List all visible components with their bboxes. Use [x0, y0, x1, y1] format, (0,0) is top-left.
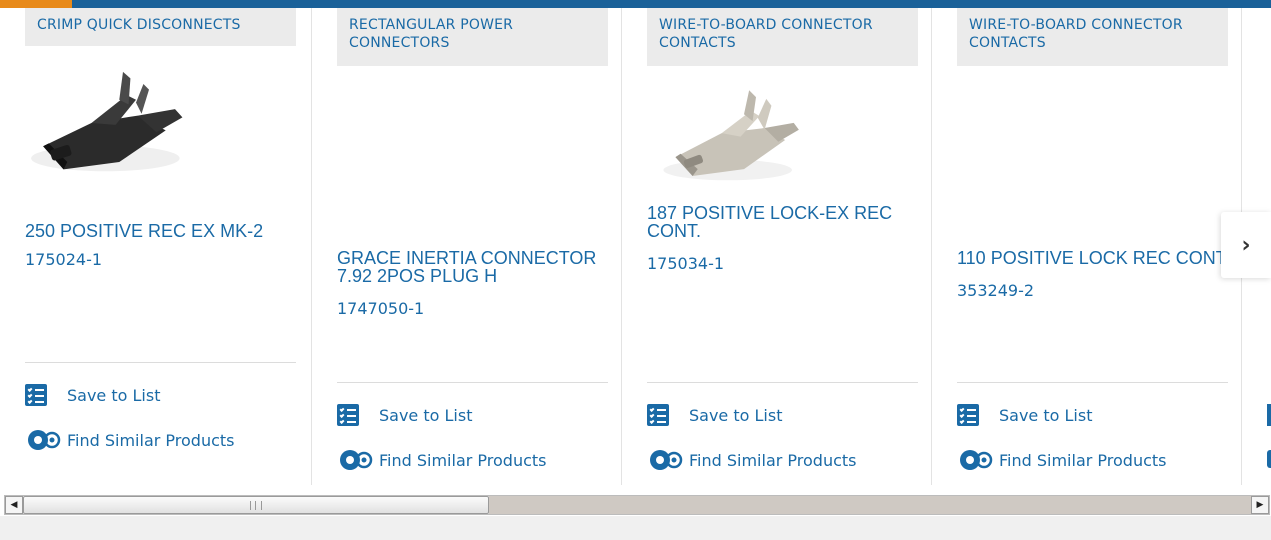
horizontal-scrollbar[interactable]: ◀ ▶	[4, 495, 1270, 515]
save-to-list-button[interactable]: Save to List	[25, 384, 160, 406]
product-card: CRIMP QUICK DISCONNECTS 250 POSITIVE REC…	[0, 8, 311, 485]
find-similar-label: Find Similar Products	[379, 450, 547, 470]
product-image[interactable]	[647, 80, 817, 200]
save-to-list-button-partial[interactable]	[1267, 404, 1271, 426]
part-number[interactable]: 175024-1	[25, 250, 296, 269]
find-similar-label: Find Similar Products	[67, 430, 235, 450]
gears-icon	[340, 450, 373, 470]
product-image[interactable]	[25, 58, 195, 188]
part-number[interactable]: 1747050-1	[337, 299, 608, 318]
find-similar-button[interactable]: Find Similar Products	[337, 448, 547, 472]
scroll-left-arrow-icon[interactable]: ◀	[5, 496, 23, 514]
find-similar-button[interactable]: Find Similar Products	[957, 448, 1167, 472]
checklist-icon	[647, 404, 669, 426]
part-number[interactable]: 353249-2	[957, 281, 1228, 300]
save-to-list-label: Save to List	[379, 405, 473, 425]
scroll-right-arrow-icon[interactable]: ▶	[1251, 496, 1269, 514]
product-category[interactable]: CRIMP QUICK DISCONNECTS	[25, 8, 296, 46]
scrollbar-track[interactable]	[489, 496, 1251, 514]
scrollbar-grip-icon	[250, 501, 262, 510]
save-to-list-button[interactable]: Save to List	[957, 404, 1092, 426]
chevron-right-icon: ›	[1241, 232, 1251, 258]
gears-icon-partial[interactable]	[1267, 450, 1271, 468]
product-title[interactable]: 250 POSITIVE REC EX MK-2	[25, 222, 296, 240]
product-title[interactable]: 187 POSITIVE LOCK-EX REC CONT.	[647, 204, 918, 240]
find-similar-button[interactable]: Find Similar Products	[647, 448, 857, 472]
product-title[interactable]: GRACE INERTIA CONNECTOR 7.92 2POS PLUG H	[337, 249, 608, 285]
checklist-icon	[337, 404, 359, 426]
save-to-list-label: Save to List	[689, 405, 783, 425]
product-card: WIRE-TO-BOARD CONNECTOR CONTACTS 187 POS…	[621, 8, 932, 485]
save-to-list-label: Save to List	[67, 385, 161, 405]
find-similar-label: Find Similar Products	[689, 450, 857, 470]
part-number[interactable]: 175034-1	[647, 254, 918, 273]
scrollbar-thumb[interactable]	[23, 496, 489, 514]
gears-icon	[960, 450, 993, 470]
product-card: WIRE-TO-BOARD CONNECTOR CONTACTS 110 POS…	[931, 8, 1242, 485]
divider	[647, 382, 918, 383]
find-similar-label: Find Similar Products	[999, 450, 1167, 470]
checklist-icon	[957, 404, 979, 426]
page-bottom-area	[0, 516, 1271, 540]
checklist-icon	[25, 384, 47, 406]
product-category[interactable]: WIRE-TO-BOARD CONNECTOR CONTACTS	[957, 8, 1228, 66]
carousel-next-button[interactable]: ›	[1221, 212, 1271, 278]
product-title[interactable]: 110 POSITIVE LOCK REC CONT	[957, 249, 1228, 267]
product-card: RECTANGULAR POWER CONNECTORS GRACE INERT…	[311, 8, 622, 485]
product-category[interactable]: RECTANGULAR POWER CONNECTORS	[337, 8, 608, 66]
product-category[interactable]: WIRE-TO-BOARD CONNECTOR CONTACTS	[647, 8, 918, 66]
divider	[25, 362, 296, 363]
gears-icon	[28, 430, 61, 450]
save-to-list-button[interactable]: Save to List	[337, 404, 472, 426]
save-to-list-label: Save to List	[999, 405, 1093, 425]
gears-icon	[650, 450, 683, 470]
divider	[337, 382, 608, 383]
top-bar-accent	[0, 0, 72, 8]
divider	[957, 382, 1228, 383]
product-carousel: CRIMP QUICK DISCONNECTS 250 POSITIVE REC…	[0, 8, 1271, 485]
find-similar-button[interactable]: Find Similar Products	[25, 428, 235, 452]
top-bar	[0, 0, 1271, 8]
save-to-list-button[interactable]: Save to List	[647, 404, 782, 426]
